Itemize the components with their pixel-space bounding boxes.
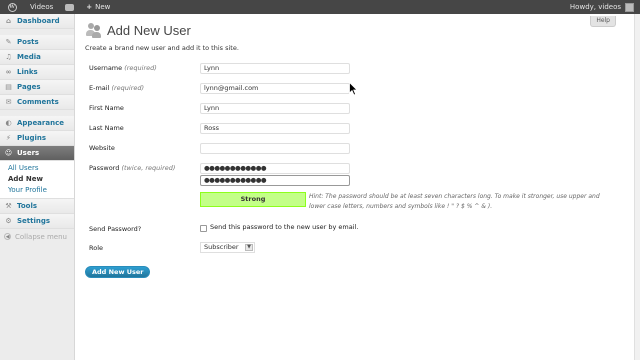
username-label-text: Username xyxy=(89,64,123,72)
first-name-label: First Name xyxy=(89,104,124,112)
menu-label: Comments xyxy=(17,98,59,106)
menu-item-comments[interactable]: ✉ Comments xyxy=(0,95,74,110)
send-password-checkbox[interactable] xyxy=(200,225,207,232)
send-password-label: Send Password? xyxy=(89,225,142,233)
menu-item-links[interactable]: ∞ Links xyxy=(0,65,74,80)
menu-label: Users xyxy=(17,149,40,157)
menu-label: Appearance xyxy=(17,119,64,127)
required-note: (twice, required) xyxy=(121,164,176,172)
website-input[interactable] xyxy=(200,143,350,154)
comment-icon xyxy=(65,3,75,11)
menu-label: Pages xyxy=(17,83,41,91)
menu-item-tools[interactable]: ⚒ Tools xyxy=(0,199,74,214)
submenu-all-users[interactable]: All Users xyxy=(0,163,74,174)
send-password-text[interactable]: Send this password to the new user by em… xyxy=(210,223,358,231)
last-name-row: Last Name xyxy=(89,122,200,134)
email-label-text: E-mail xyxy=(89,84,110,92)
menu-item-posts[interactable]: ✎ Posts xyxy=(0,35,74,50)
required-note: (required) xyxy=(111,84,145,92)
menu-item-users[interactable]: ☺ Users xyxy=(0,146,74,161)
users-icon xyxy=(86,22,102,38)
submenu-your-profile[interactable]: Your Profile xyxy=(0,185,74,196)
first-name-input[interactable]: Lynn xyxy=(200,103,350,114)
admin-bar: W Videos + New Howdy, videos xyxy=(0,0,640,14)
wordpress-logo-icon[interactable]: W xyxy=(0,0,24,14)
users-icon: ☺ xyxy=(4,149,13,157)
website-label: Website xyxy=(89,144,115,152)
menu-label: Links xyxy=(17,68,38,76)
menu-label: Plugins xyxy=(17,134,47,142)
tools-icon: ⚒ xyxy=(5,202,12,210)
password-row: Password (twice, required) xyxy=(89,162,200,174)
appearance-icon: ◐ xyxy=(5,119,12,127)
pages-icon: ▤ xyxy=(5,83,12,91)
last-name-input[interactable]: Ross xyxy=(200,123,350,134)
username-input[interactable]: Lynn xyxy=(200,63,350,74)
email-label: E-mail (required) xyxy=(89,84,200,92)
help-button[interactable]: Help xyxy=(590,16,616,27)
new-content-link[interactable]: + New xyxy=(80,0,116,14)
comments-icon: ✉ xyxy=(5,98,12,106)
send-password-row: Send Password? xyxy=(89,223,200,235)
plugins-icon: ⚡ xyxy=(6,134,11,142)
comments-link[interactable] xyxy=(59,0,80,14)
role-label: Role xyxy=(89,244,104,252)
page-title: Add New User xyxy=(107,22,191,38)
role-selected-value: Subscriber xyxy=(204,243,239,251)
collapse-arrow-icon: ◀ xyxy=(4,233,11,240)
menu-item-dashboard[interactable]: ⌂ Dashboard xyxy=(0,14,74,29)
submenu-add-new[interactable]: Add New xyxy=(0,174,74,185)
dashboard-icon: ⌂ xyxy=(5,17,11,25)
required-note: (required) xyxy=(124,64,157,72)
admin-sidebar: ⌂ Dashboard ✎ Posts ♫ Media ∞ Links ▤ Pages ✉… xyxy=(0,14,75,360)
links-icon: ∞ xyxy=(5,68,12,76)
menu-item-pages[interactable]: ▤ Pages xyxy=(0,80,74,95)
menu-item-media[interactable]: ♫ Media xyxy=(0,50,74,65)
main-content: Help Add New User Create a brand new use… xyxy=(76,14,640,360)
menu-item-settings[interactable]: ⚙ Settings xyxy=(0,214,74,229)
first-name-row: First Name xyxy=(89,102,200,114)
menu-label: Settings xyxy=(17,217,51,225)
window-edge xyxy=(634,14,640,360)
menu-label: Dashboard xyxy=(17,17,60,25)
menu-item-appearance[interactable]: ◐ Appearance xyxy=(0,116,74,131)
add-new-user-button[interactable]: Add New User xyxy=(85,266,151,278)
howdy-text: Howdy, videos xyxy=(569,3,621,11)
users-submenu: All Users Add New Your Profile xyxy=(0,161,74,199)
role-row: Role xyxy=(89,242,200,254)
menu-label: Tools xyxy=(17,202,38,210)
page-intro: Create a brand new user and add it to th… xyxy=(85,44,239,52)
menu-label: Posts xyxy=(17,38,39,46)
email-row: E-mail (required) xyxy=(89,82,200,94)
collapse-menu-button[interactable]: ◀ Collapse menu xyxy=(0,229,74,244)
password-input[interactable]: ●●●●●●●●●●●● xyxy=(200,163,350,174)
password-label: Password (twice, required) xyxy=(89,164,200,172)
last-name-label: Last Name xyxy=(89,124,124,132)
menu-label: Media xyxy=(17,53,41,61)
avatar xyxy=(625,2,634,12)
password-label-text: Password xyxy=(89,164,120,172)
website-row: Website xyxy=(89,142,200,154)
password-strength-indicator: Strong xyxy=(200,192,306,207)
page-header: Add New User xyxy=(86,22,191,38)
username-row: Username (required) xyxy=(89,62,200,74)
username-label: Username (required) xyxy=(89,64,200,72)
password-hint: Hint: The password should be at least se… xyxy=(309,193,600,210)
account-menu[interactable]: Howdy, videos xyxy=(564,0,640,14)
role-select[interactable]: Subscriber ▼ xyxy=(200,242,255,253)
settings-icon: ⚙ xyxy=(5,217,12,225)
posts-icon: ✎ xyxy=(5,38,12,46)
media-icon: ♫ xyxy=(5,53,12,61)
plus-icon: + xyxy=(86,3,93,11)
collapse-label: Collapse menu xyxy=(15,232,67,241)
menu-item-plugins[interactable]: ⚡ Plugins xyxy=(0,131,74,146)
site-name-link[interactable]: Videos xyxy=(24,0,59,14)
password-confirm-input[interactable]: ●●●●●●●●●●●● xyxy=(200,175,350,186)
chevron-down-icon: ▼ xyxy=(245,244,253,251)
email-input[interactable]: lynn@gmail.com xyxy=(200,83,350,94)
new-label: New xyxy=(95,3,111,11)
